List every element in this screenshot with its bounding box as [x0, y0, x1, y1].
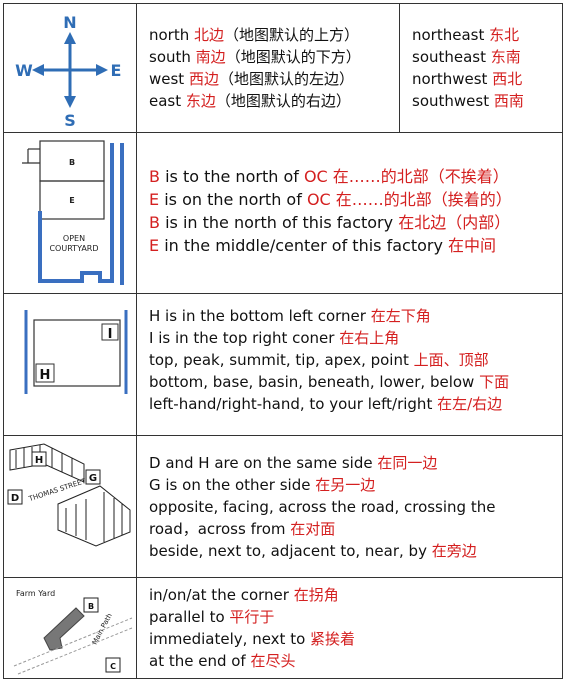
factory-map: B E OPEN COURTYARD: [22, 140, 124, 285]
label-h: H: [35, 455, 43, 466]
intercardinal-line: northeast 东北: [412, 26, 520, 44]
farm-yard-label: Farm Yard: [16, 589, 55, 598]
label-c: C: [110, 662, 116, 671]
farm-map-cell: Farm Yard B Main Path C: [4, 578, 137, 678]
position-line: E in the middle/center of this factory 在…: [149, 236, 497, 255]
label-b: B: [88, 602, 94, 611]
intercardinal-line: southeast 东南: [412, 48, 521, 66]
corner-line: top, peak, summit, tip, apex, point 上面、顶…: [149, 351, 489, 369]
corner-parallel-text-cell: in/on/at the corner 在拐角 parallel to 平行于 …: [137, 578, 562, 678]
compass-icon: N S W E: [15, 13, 122, 130]
row-sides: H G D THOMAS STREET D and H are on the s…: [3, 435, 563, 579]
relation-line: at the end of 在尽头: [149, 652, 296, 670]
relation-line: immediately, next to 紧挨着: [149, 630, 356, 648]
corner-line: bottom, base, basin, beneath, lower, bel…: [149, 373, 510, 391]
side-line: opposite, facing, across the road, cross…: [149, 498, 496, 516]
intercardinal-line: northwest 西北: [412, 70, 523, 88]
direction-line: east 东边（地图默认的右边）: [149, 92, 351, 110]
label-h: H: [40, 368, 51, 383]
compass-n-label: N: [63, 13, 76, 32]
corner-line: H is in the bottom left corner 在左下角: [149, 307, 431, 325]
side-line: G is on the other side 在另一边: [149, 476, 376, 494]
row-north-of: B E OPEN COURTYARD B is to the north of …: [3, 132, 563, 295]
corner-line: left-hand/right-hand, to your left/right…: [149, 395, 503, 413]
intercardinal-line: southwest 西南: [412, 92, 524, 110]
corners-text-cell: H is in the bottom left corner 在左下角 I is…: [137, 294, 562, 436]
corners-map-cell: I H: [4, 294, 137, 436]
factory-map-cell: B E OPEN COURTYARD: [4, 133, 137, 294]
compass-e-label: E: [111, 61, 122, 80]
street-map-cell: H G D THOMAS STREET: [4, 436, 137, 578]
compass-cell: N S W E: [4, 4, 137, 133]
vocabulary-table: N S W E north 北边（地图默认的上方） south 南边（地图默认的…: [3, 3, 563, 679]
direction-line: west 西边（地图默认的左边）: [149, 70, 355, 88]
sides-text-cell: D and H are on the same side 在同一边 G is o…: [137, 436, 562, 578]
corner-line: I is in the top right coner 在右上角: [149, 329, 400, 347]
row-corner-parallel: Farm Yard B Main Path C in/on/at the cor…: [3, 577, 563, 679]
farm-map: Farm Yard B Main Path C: [13, 589, 133, 675]
courtyard-label-2: COURTYARD: [49, 244, 98, 253]
label-g: G: [89, 473, 97, 484]
compass-s-label: S: [64, 111, 76, 130]
building-e-label: E: [69, 196, 74, 205]
side-line: beside, next to, adjacent to, near, by 在…: [149, 542, 477, 560]
corners-map: I H: [24, 310, 128, 394]
intercardinal-cell: northeast 东北 southeast 东南 northwest 西北 s…: [400, 4, 562, 133]
courtyard-label-1: OPEN: [63, 234, 85, 243]
side-line: D and H are on the same side 在同一边: [149, 454, 438, 472]
position-line: B is in the north of this factory 在北边（内部…: [149, 213, 511, 232]
main-path-label: Main Path: [91, 612, 114, 646]
row-corners: I H H is in the bottom left corner 在左下角 …: [3, 293, 563, 437]
direction-line: north 北边（地图默认的上方）: [149, 26, 360, 44]
label-i: I: [108, 327, 113, 342]
street-map: H G D THOMAS STREET: [7, 443, 131, 547]
building-b-label: B: [69, 158, 75, 167]
row-directions: N S W E north 北边（地图默认的上方） south 南边（地图默认的…: [3, 3, 563, 134]
side-line: road，across from 在对面: [149, 520, 336, 538]
direction-line: south 南边（地图默认的下方）: [149, 48, 361, 66]
position-line: B is to the north of OC 在……的北部（不挨着）: [149, 167, 509, 186]
north-of-text-cell: B is to the north of OC 在……的北部（不挨着） E is…: [137, 133, 562, 294]
label-d: D: [11, 493, 19, 504]
relation-line: in/on/at the corner 在拐角: [149, 586, 339, 604]
directions-text-cell: north 北边（地图默认的上方） south 南边（地图默认的下方） west…: [137, 4, 400, 133]
compass-w-label: W: [15, 61, 33, 80]
position-line: E is on the north of OC 在……的北部（挨着的）: [149, 190, 512, 209]
relation-line: parallel to 平行于: [149, 608, 275, 626]
